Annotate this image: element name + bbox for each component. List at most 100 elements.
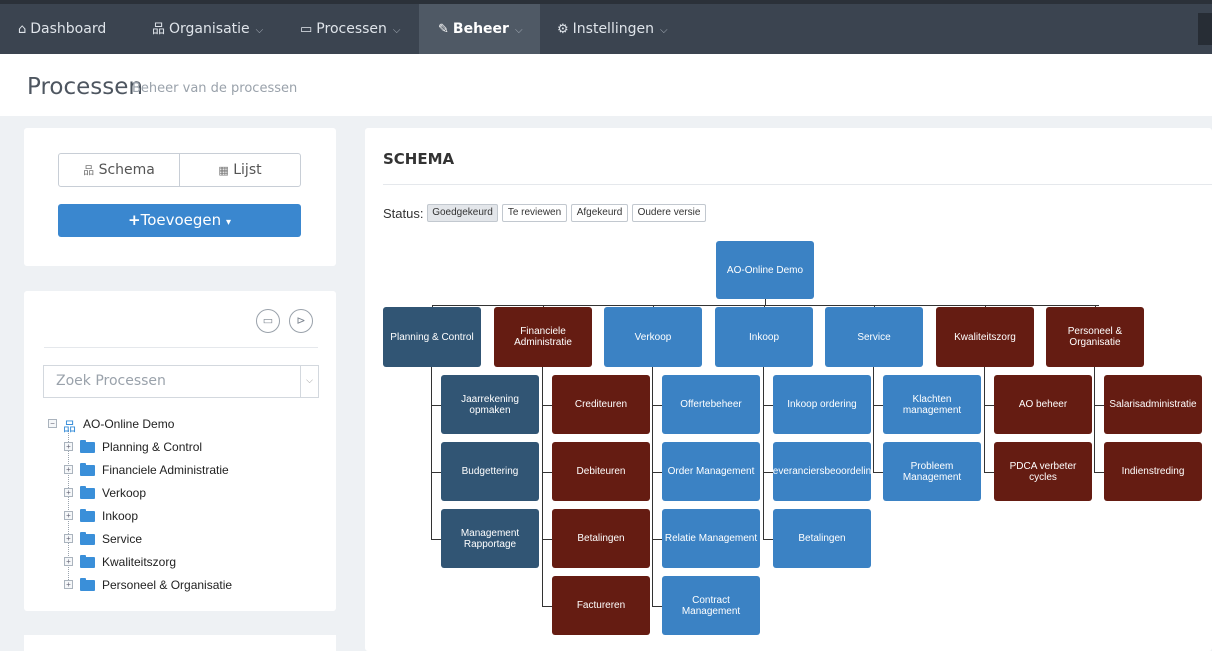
org-node-service[interactable]: Service: [825, 307, 923, 367]
nav-label: Processen: [316, 21, 387, 37]
connector-line: [431, 405, 441, 406]
org-node-inkoop-ordering[interactable]: Inkoop ordering: [773, 375, 871, 434]
connector-line: [1094, 405, 1104, 406]
status-goedgekeurd-button[interactable]: Goedgekeurd: [427, 204, 498, 222]
nav-right-control[interactable]: [1198, 13, 1212, 45]
status-label: Status:: [383, 206, 424, 221]
nav-label: Dashboard: [30, 21, 107, 37]
org-node-salarisadministratie[interactable]: Salarisadministratie: [1104, 375, 1202, 434]
connector-line: [984, 472, 994, 473]
chevron-down-icon: ⌵: [514, 25, 523, 36]
gear-icon: ⚙: [557, 22, 569, 37]
divider: [44, 347, 318, 348]
collapse-icon[interactable]: −: [48, 419, 57, 428]
org-node-betalingen[interactable]: Betalingen: [552, 509, 650, 568]
page-subtitle: Beheer van de processen: [132, 81, 298, 96]
connector-line: [1094, 472, 1104, 473]
connector-line: [432, 305, 1099, 306]
lijst-toggle-button[interactable]: ▦ Lijst: [179, 153, 301, 187]
nav-instellingen[interactable]: ⚙ Instellingen ⌵: [557, 4, 668, 54]
org-node-order-management[interactable]: Order Management: [662, 442, 760, 501]
divider: [383, 184, 1212, 185]
org-node-betalingen[interactable]: Betalingen: [773, 509, 871, 568]
org-node-kwaliteitszorg[interactable]: Kwaliteitszorg: [936, 307, 1034, 367]
org-node-offertebeheer[interactable]: Offertebeheer: [662, 375, 760, 434]
org-node-klachten-management[interactable]: Klachten management: [883, 375, 981, 434]
search-input[interactable]: Zoek Processen ⌵: [43, 365, 319, 398]
connector-line: [652, 606, 662, 607]
monitor-icon: ▭: [300, 22, 313, 37]
page-title: Processen: [27, 74, 143, 100]
org-node-pdca-verbeter-cycles[interactable]: PDCA verbeter cycles: [994, 442, 1092, 501]
tree-root-label[interactable]: AO-Online Demo: [83, 417, 174, 431]
tree-item-label[interactable]: Inkoop: [102, 509, 138, 523]
status-te-reviewen-button[interactable]: Te reviewen: [502, 204, 567, 222]
tree-item-label[interactable]: Verkoop: [102, 486, 146, 500]
connector-line: [542, 472, 552, 473]
org-node-jaarrekening-opmaken[interactable]: Jaarrekening opmaken: [441, 375, 539, 434]
add-button[interactable]: +Toevoegen ▾: [58, 204, 301, 237]
expand-icon[interactable]: +: [64, 557, 73, 566]
nav-label: Beheer: [452, 21, 509, 37]
org-node-management-rapportage[interactable]: Management Rapportage: [441, 509, 539, 568]
view-panel: [24, 128, 336, 266]
folder-icon[interactable]: ▭: [256, 309, 280, 333]
status-oudere-versie-button[interactable]: Oudere versie: [632, 204, 706, 222]
folder-icon: [80, 509, 95, 522]
nav-processen[interactable]: ▭ Processen ⌵: [300, 4, 401, 54]
nav-organisatie[interactable]: 品 Organisatie ⌵: [152, 4, 263, 54]
tree-item-label[interactable]: Planning & Control: [102, 440, 202, 454]
connector-line: [873, 472, 883, 473]
folder-icon: [80, 463, 95, 476]
org-node-planning-control[interactable]: Planning & Control: [383, 307, 481, 367]
plus-icon: +: [128, 211, 141, 229]
expand-icon[interactable]: +: [64, 465, 73, 474]
connector-line: [763, 472, 773, 473]
chevron-down-icon[interactable]: ⌵: [300, 366, 318, 397]
search-placeholder: Zoek Processen: [56, 373, 166, 389]
connector-line: [873, 367, 874, 473]
nav-label: Instellingen: [572, 21, 654, 37]
tree-item-label[interactable]: Financiele Administratie: [102, 463, 229, 477]
org-node-inkoop[interactable]: Inkoop: [715, 307, 813, 367]
expand-icon[interactable]: +: [64, 511, 73, 520]
org-node-probleem-management[interactable]: Probleem Management: [883, 442, 981, 501]
org-node-root[interactable]: AO-Online Demo: [716, 241, 814, 299]
connector-line: [652, 405, 662, 406]
org-node-leveranciersbeoordeling[interactable]: Leveranciersbeoordeling: [773, 442, 871, 501]
connector-line: [984, 405, 994, 406]
home-icon: ⌂: [18, 22, 27, 37]
org-node-personeel-organisatie[interactable]: Personeel & Organisatie: [1046, 307, 1144, 367]
folder-icon: [80, 532, 95, 545]
caret-down-icon: ▾: [225, 217, 231, 228]
tree-item-label[interactable]: Service: [102, 532, 142, 546]
org-node-indienstreding[interactable]: Indienstreding: [1104, 442, 1202, 501]
org-node-contract-management[interactable]: Contract Management: [662, 576, 760, 635]
chevron-down-icon: ⌵: [255, 25, 264, 36]
schema-toggle-button[interactable]: 品 Schema: [58, 153, 180, 187]
tree-item-label[interactable]: Personeel & Organisatie: [102, 578, 232, 592]
org-node-factureren[interactable]: Factureren: [552, 576, 650, 635]
tree-item-label[interactable]: Kwaliteitszorg: [102, 555, 176, 569]
expand-icon[interactable]: +: [64, 442, 73, 451]
expand-icon[interactable]: +: [64, 580, 73, 589]
expand-icon[interactable]: +: [64, 534, 73, 543]
org-node-crediteuren[interactable]: Crediteuren: [552, 375, 650, 434]
folder-open-icon[interactable]: ⊳: [289, 309, 313, 333]
org-node-verkoop[interactable]: Verkoop: [604, 307, 702, 367]
edit-icon: ✎: [438, 22, 449, 37]
nav-beheer[interactable]: ✎ Beheer ⌵: [419, 4, 540, 54]
org-node-financiele-administratie[interactable]: Financiele Administratie: [494, 307, 592, 367]
schema-toggle-label: Schema: [98, 162, 155, 178]
org-node-relatie-management[interactable]: Relatie Management: [662, 509, 760, 568]
chevron-down-icon: ⌵: [659, 25, 668, 36]
status-afgekeurd-button[interactable]: Afgekeurd: [571, 204, 628, 222]
bottom-panel: [24, 635, 336, 651]
connector-line: [542, 539, 552, 540]
nav-dashboard[interactable]: ⌂ Dashboard: [18, 4, 106, 54]
expand-icon[interactable]: +: [64, 488, 73, 497]
org-node-budgettering[interactable]: Budgettering: [441, 442, 539, 501]
org-node-ao-beheer[interactable]: AO beheer: [994, 375, 1092, 434]
org-node-debiteuren[interactable]: Debiteuren: [552, 442, 650, 501]
folder-icon: [80, 440, 95, 453]
